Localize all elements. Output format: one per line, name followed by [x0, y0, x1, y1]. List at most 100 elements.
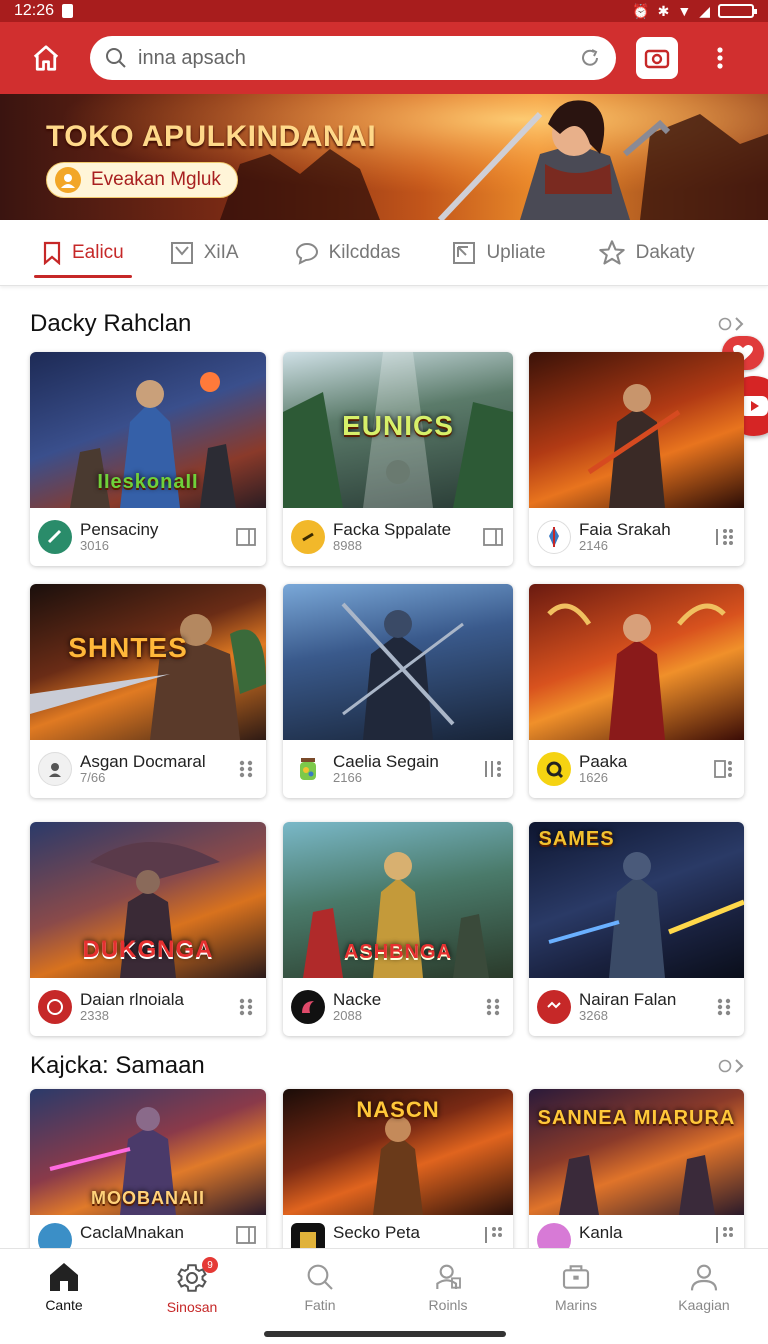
app-meta: Faia Srakah 2146 — [529, 508, 744, 566]
app-card[interactable]: NASCN Secko Peta — [283, 1089, 513, 1259]
art-title: MOOBANAII — [91, 1188, 205, 1208]
app-count: 3016 — [80, 538, 109, 554]
nav-label: Roinls — [428, 1297, 468, 1313]
nav-label: Fatin — [304, 1297, 336, 1313]
app-artwork: EUNICS — [283, 352, 513, 508]
app-artwork — [529, 352, 744, 508]
home-button[interactable] — [16, 28, 76, 88]
section-header: Kajcka: Samaan — [30, 1050, 744, 1082]
nav-cante[interactable]: Cante — [0, 1249, 128, 1344]
drag-handle-icon[interactable] — [712, 1223, 736, 1247]
bluetooth-icon: ✱ — [657, 2, 670, 19]
app-card[interactable]: Caelia Segain 2166 — [283, 584, 513, 798]
banner-cta-button[interactable]: Eveakan Mgluk — [46, 162, 238, 198]
app-card[interactable]: EUNICS Facka Sppalate 8988 — [283, 352, 513, 566]
app-icon — [291, 520, 325, 554]
nav-roinls[interactable]: Roinls — [384, 1249, 512, 1344]
nav-kaagian[interactable]: Kaagian — [640, 1249, 768, 1344]
nav-label: Cante — [45, 1297, 83, 1313]
camera-button[interactable] — [636, 37, 678, 79]
tab-upliate[interactable]: Upliate — [442, 220, 555, 286]
app-name: CaclaMnakan — [80, 1223, 184, 1242]
drag-handle-icon[interactable] — [712, 757, 736, 781]
chat-bubble-icon — [295, 242, 318, 265]
install-icon[interactable] — [234, 525, 258, 549]
promo-banner[interactable]: TOKO APULKINDANAI Eveakan Mgluk — [0, 94, 768, 220]
status-time: 12:26 — [14, 2, 55, 19]
app-name: Daian rlnoiala — [80, 989, 184, 1009]
briefcase-icon — [562, 1265, 590, 1289]
search-input[interactable]: inna apsach — [138, 47, 568, 70]
gesture-home-indicator[interactable] — [264, 1331, 506, 1337]
see-more-link[interactable] — [718, 1058, 744, 1074]
app-count: 2338 — [80, 1008, 109, 1024]
more-dots-icon[interactable] — [712, 995, 736, 1019]
home-icon — [33, 45, 59, 71]
app-card[interactable]: MOOBANAII CaclaMnakan — [30, 1089, 266, 1259]
app-artwork — [283, 584, 513, 740]
circle-icon — [718, 1059, 732, 1073]
frame-icon — [170, 241, 193, 264]
art-title: IIeskonaII — [97, 471, 199, 493]
tab-dakaty[interactable]: Dakaty — [588, 220, 705, 286]
chevron-right-icon — [735, 317, 744, 331]
more-dots-icon[interactable] — [481, 995, 505, 1019]
app-artwork: MOOBANAII — [30, 1089, 266, 1215]
bottom-navigation: Cante 9 Sinosan Fatin Roinls Marins Kaag… — [0, 1248, 768, 1344]
wifi-icon: ▼ — [677, 3, 692, 19]
app-name: Kanla — [579, 1223, 623, 1242]
more-dots-icon[interactable] — [234, 995, 258, 1019]
drag-handle-icon[interactable] — [481, 757, 505, 781]
nav-sinosan[interactable]: 9 Sinosan — [128, 1249, 256, 1344]
tab-ealicu[interactable]: Ealicu — [32, 220, 134, 286]
art-title: EUNICS — [342, 410, 454, 441]
notification-icon — [62, 4, 74, 18]
app-card[interactable]: Faia Srakah 2146 — [529, 352, 744, 566]
search-bar[interactable]: inna apsach — [90, 36, 616, 80]
see-more-link[interactable] — [718, 316, 744, 332]
nav-marins[interactable]: Marins — [512, 1249, 640, 1344]
tab-label: Kilcddas — [328, 241, 401, 263]
install-icon[interactable] — [481, 525, 505, 549]
section-header: Dacky Rahclan — [30, 308, 744, 340]
user-icon — [690, 1264, 718, 1291]
image-frame-icon — [453, 241, 476, 264]
app-count: 8988 — [333, 538, 362, 554]
tab-kilcddas[interactable]: Kilcddas — [285, 220, 411, 286]
top-app-bar: inna apsach — [0, 22, 768, 94]
drag-handle-icon[interactable] — [481, 1223, 505, 1247]
app-artwork — [529, 584, 744, 740]
bookmark-icon — [43, 241, 61, 265]
app-name: Secko Peta — [333, 1223, 420, 1242]
app-card[interactable]: SANNEA MIARURA Kanla — [529, 1089, 744, 1259]
tab-xiia[interactable]: XiIA — [160, 220, 249, 286]
app-card[interactable]: DUKGNGA Daian rlnoiala 2338 — [30, 822, 266, 1036]
section-title: Dacky Rahclan — [30, 310, 192, 337]
app-card[interactable]: Paaka 1626 — [529, 584, 744, 798]
overflow-menu-button[interactable] — [700, 36, 740, 80]
app-count: 2088 — [333, 1008, 362, 1024]
nav-fatin[interactable]: Fatin — [256, 1249, 384, 1344]
app-card[interactable]: ASHBNGA Nacke 2088 — [283, 822, 513, 1036]
install-icon[interactable] — [234, 1223, 258, 1247]
camera-icon — [644, 49, 670, 69]
app-icon — [537, 520, 571, 554]
app-card[interactable]: SAMES Nairan Falan 3268 — [529, 822, 744, 1036]
refresh-icon[interactable] — [578, 46, 602, 70]
more-dots-icon[interactable] — [234, 757, 258, 781]
tab-label: XiIA — [203, 241, 239, 263]
app-meta: Pensaciny 3016 — [30, 508, 266, 566]
app-card[interactable]: IIeskonaII Pensaciny 3016 — [30, 352, 266, 566]
drag-handle-icon[interactable] — [712, 525, 736, 549]
category-tabs: Ealicu XiIA Kilcddas Upliate Dakaty — [0, 220, 768, 286]
app-count: 2146 — [579, 538, 608, 554]
app-icon — [537, 990, 571, 1024]
status-bar: 12:26 ⏰ ✱ ▼ ◢ — [0, 0, 768, 22]
app-meta: Facka Sppalate 8988 — [283, 508, 513, 566]
banner-artwork — [0, 94, 768, 220]
app-count: 3268 — [579, 1008, 608, 1024]
banner-cta-label: Eveakan Mgluk — [91, 169, 221, 190]
app-meta: Nacke 2088 — [283, 978, 513, 1036]
app-icon — [537, 752, 571, 786]
app-card[interactable]: SHNTES Asgan Docmaral 7/66 — [30, 584, 266, 798]
